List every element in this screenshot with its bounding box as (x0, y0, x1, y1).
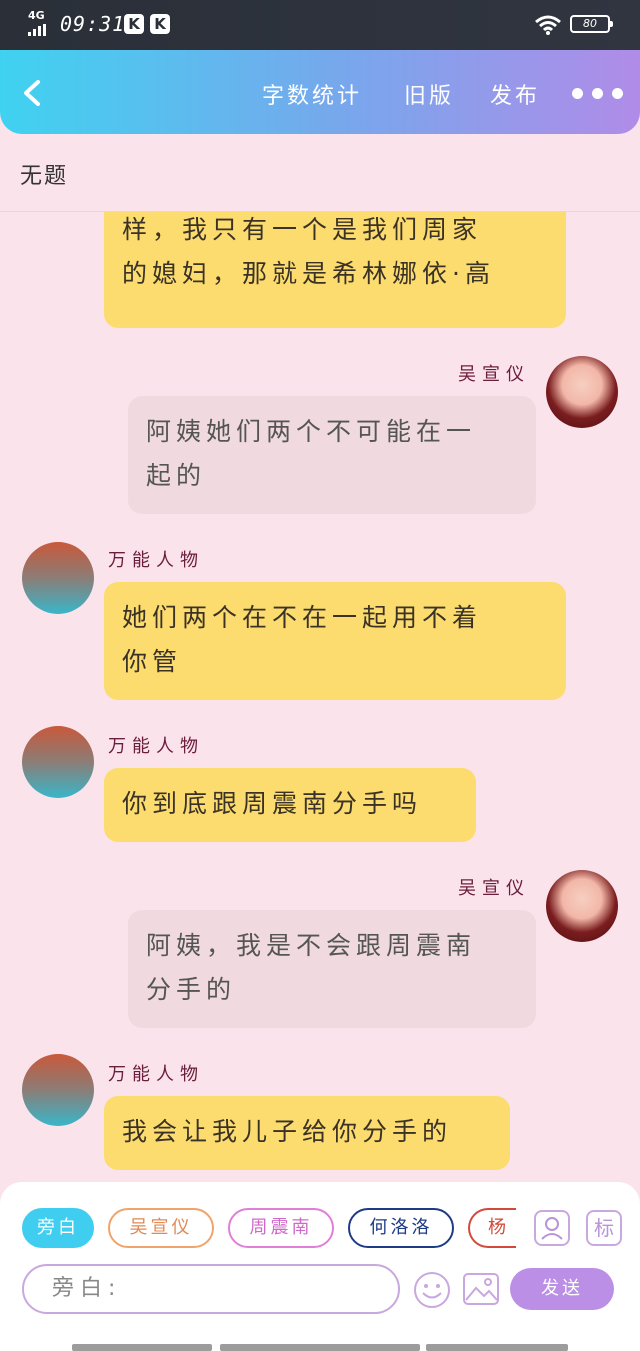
signal-icon (28, 24, 48, 36)
sender-name: 吴宣仪 (458, 878, 530, 899)
message-text-line: 的媳妇，那就是希林娜依·高 (122, 259, 495, 288)
message-bubble: 她们两个在不在一起用不着 你管 (104, 582, 566, 700)
app-badge-k-icon: K (150, 14, 170, 34)
character-chip[interactable]: 吴宣仪 (108, 1208, 214, 1248)
nav-hint-bar (220, 1344, 420, 1351)
message-input[interactable]: 旁白: (22, 1264, 400, 1314)
chat-area[interactable]: 样，我只有一个是我们周家 的媳妇，那就是希林娜依·高 吴宣仪 阿姨她们两个不可能… (0, 212, 640, 1182)
document-title[interactable]: 无题 (20, 158, 68, 190)
back-icon[interactable] (16, 76, 50, 110)
compose-panel: 旁白 吴宣仪 周震南 何洛洛 杨 标 旁白: 发送 (0, 1182, 640, 1351)
wifi-icon (535, 15, 561, 35)
message-bubble: 样，我只有一个是我们周家 的媳妇，那就是希林娜依·高 (104, 212, 566, 328)
character-chip-narrator[interactable]: 旁白 (22, 1208, 94, 1248)
avatar[interactable] (22, 726, 94, 798)
avatar[interactable] (546, 870, 618, 942)
message-text-line: 阿姨，我是不会跟周震南 (146, 931, 477, 960)
sender-name: 万能人物 (108, 1064, 204, 1085)
nav-hint-bar (426, 1344, 568, 1351)
message-bubble: 阿姨，我是不会跟周震南 分手的 (128, 910, 536, 1028)
tag-icon[interactable]: 标 (586, 1210, 622, 1246)
message-bubble: 你到底跟周震南分手吗 (104, 768, 476, 842)
message-text-line: 阿姨她们两个不可能在一 (146, 417, 477, 446)
person-card-icon[interactable] (534, 1210, 570, 1246)
character-chip[interactable]: 周震南 (228, 1208, 334, 1248)
sender-name: 万能人物 (108, 550, 204, 571)
avatar[interactable] (22, 542, 94, 614)
app-header: 字数统计 旧版 发布 (0, 50, 640, 134)
publish-button[interactable]: 发布 (490, 78, 540, 110)
network-type: 4G (28, 9, 45, 22)
avatar[interactable] (22, 1054, 94, 1126)
emoji-icon[interactable] (412, 1270, 452, 1310)
old-version-button[interactable]: 旧版 (404, 78, 454, 110)
message-bubble: 阿姨她们两个不可能在一 起的 (128, 396, 536, 514)
message-text: 你到底跟周震南分手吗 (122, 789, 423, 818)
message-text-line: 起的 (146, 461, 207, 490)
message-bubble: 我会让我儿子给你分手的 (104, 1096, 510, 1170)
nav-hint-bar (72, 1344, 212, 1351)
document-title-bar: 无题 (0, 134, 640, 212)
message-text-line: 分手的 (146, 975, 237, 1004)
more-options-icon[interactable] (572, 86, 624, 102)
battery-icon: 80 (570, 15, 613, 33)
message-text: 我会让我儿子给你分手的 (122, 1117, 453, 1146)
message-text-line: 她们两个在不在一起用不着 (122, 603, 483, 632)
app-badge-k-icon: K (124, 14, 144, 34)
clock: 09:31 (60, 12, 126, 36)
character-chip[interactable]: 杨 (468, 1208, 516, 1248)
sender-name: 吴宣仪 (458, 364, 530, 385)
word-count-button[interactable]: 字数统计 (262, 78, 362, 110)
status-bar: 4G 09:31 K K 80 (0, 0, 640, 50)
image-icon[interactable] (462, 1270, 500, 1308)
message-text-line: 你管 (122, 647, 183, 676)
sender-name: 万能人物 (108, 736, 204, 757)
send-button[interactable]: 发送 (510, 1268, 614, 1310)
avatar[interactable] (546, 356, 618, 428)
character-chip[interactable]: 何洛洛 (348, 1208, 454, 1248)
message-text-line: 样，我只有一个是我们周家 (122, 215, 483, 244)
